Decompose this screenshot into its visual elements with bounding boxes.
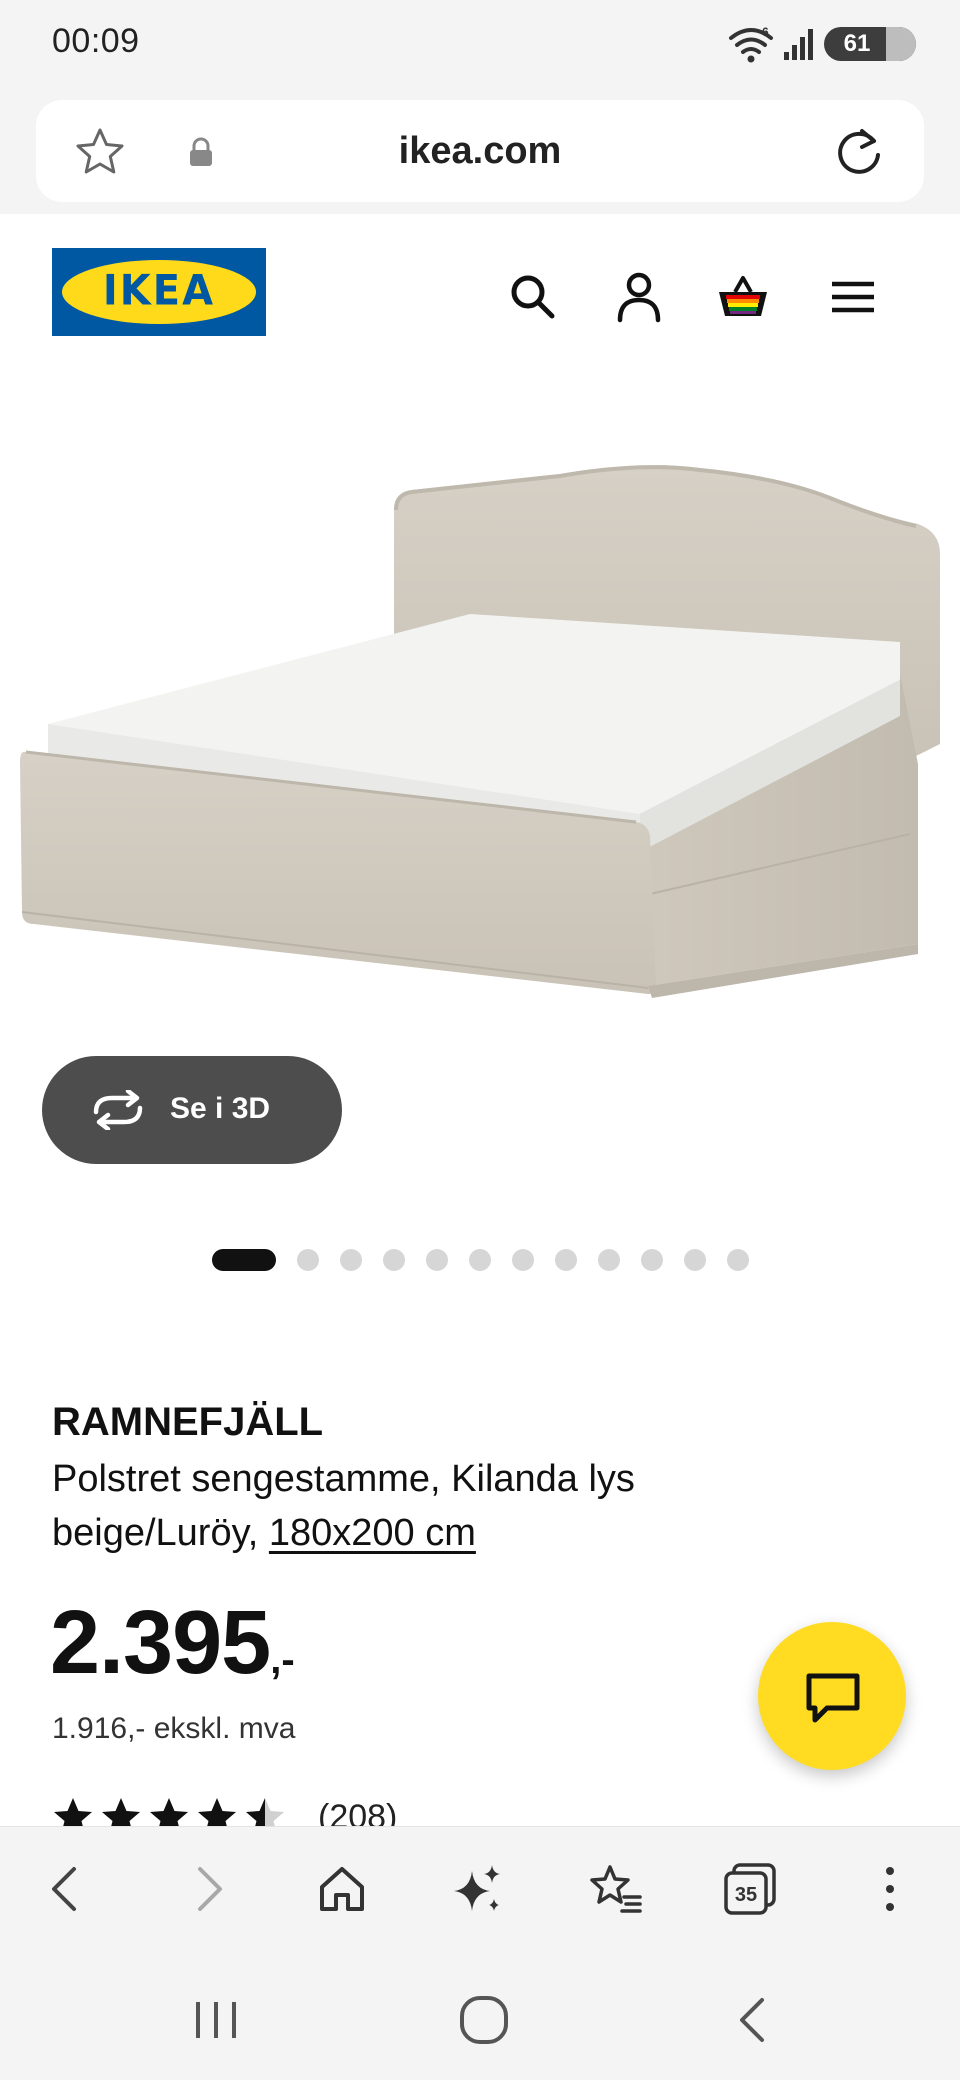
- carousel-dot[interactable]: [555, 1249, 577, 1271]
- bed-illustration: [20, 465, 940, 998]
- recent-apps-icon[interactable]: [186, 1990, 246, 2050]
- price-suffix: ,-: [270, 1638, 295, 1682]
- battery-icon: 61: [824, 27, 916, 61]
- menu-icon[interactable]: [826, 270, 880, 324]
- view-3d-label: Se i 3D: [170, 1092, 271, 1125]
- status-icons: 6 61: [728, 22, 916, 66]
- chat-button[interactable]: [758, 1622, 906, 1770]
- search-icon[interactable]: [506, 270, 560, 324]
- forward-icon[interactable]: [178, 1859, 238, 1919]
- signal-icon: [784, 29, 813, 60]
- nav-back-icon[interactable]: [724, 1990, 784, 2050]
- ikea-logo[interactable]: IKEA: [52, 248, 266, 336]
- product-name: RAMNEFJÄLL: [52, 1400, 324, 1444]
- tabs-count: 35: [735, 1884, 757, 1906]
- product-price: 2.395 ,-: [50, 1598, 295, 1688]
- cart-icon[interactable]: [716, 270, 770, 324]
- address-bar[interactable]: ikea.com: [36, 100, 924, 202]
- carousel-dot[interactable]: [641, 1249, 663, 1271]
- rotate-3d-icon: [93, 1090, 143, 1130]
- carousel-dot[interactable]: [598, 1249, 620, 1271]
- carousel-dot[interactable]: [297, 1249, 319, 1271]
- battery-level: 61: [843, 30, 871, 57]
- status-time: 00:09: [52, 22, 140, 60]
- wifi-badge: 6: [762, 25, 769, 39]
- carousel-dot[interactable]: [383, 1249, 405, 1271]
- carousel-dot[interactable]: [512, 1249, 534, 1271]
- carousel-dot[interactable]: [684, 1249, 706, 1271]
- browser-address-area: ikea.com: [0, 92, 960, 214]
- price-main: 2.395: [50, 1593, 271, 1693]
- wifi-icon: 6: [729, 25, 773, 63]
- product-description: Polstret sengestamme, Kilanda lys beige/…: [52, 1452, 772, 1560]
- view-3d-button[interactable]: Se i 3D: [42, 1056, 342, 1164]
- home-icon[interactable]: [312, 1859, 372, 1919]
- carousel-dot[interactable]: [469, 1249, 491, 1271]
- logo-text: IKEA: [102, 266, 216, 316]
- reload-icon[interactable]: [832, 125, 886, 179]
- product-image[interactable]: [0, 364, 960, 1044]
- sparkle-icon[interactable]: [448, 1859, 508, 1919]
- back-icon[interactable]: [36, 1859, 96, 1919]
- carousel-dot-active[interactable]: [212, 1249, 276, 1271]
- tabs-icon[interactable]: 35: [720, 1859, 780, 1919]
- bookmarks-icon[interactable]: [586, 1859, 646, 1919]
- price-ex-vat: 1.916,- ekskl. mva: [52, 1712, 296, 1745]
- site-header: IKEA: [0, 214, 960, 364]
- home-circle-icon[interactable]: [454, 1990, 514, 2050]
- product-size-link[interactable]: 180x200 cm: [269, 1512, 476, 1554]
- system-nav-bar: [0, 1950, 960, 2080]
- status-bar: 00:09 6 61: [0, 0, 960, 92]
- user-icon[interactable]: [612, 270, 666, 324]
- carousel-dots: [212, 1248, 749, 1272]
- chat-icon: [806, 1673, 860, 1723]
- more-icon[interactable]: [862, 1859, 922, 1919]
- carousel-dot[interactable]: [426, 1249, 448, 1271]
- url-text[interactable]: ikea.com: [36, 130, 924, 173]
- browser-toolbar: 35: [0, 1826, 960, 1950]
- carousel-dot[interactable]: [727, 1249, 749, 1271]
- carousel-dot[interactable]: [340, 1249, 362, 1271]
